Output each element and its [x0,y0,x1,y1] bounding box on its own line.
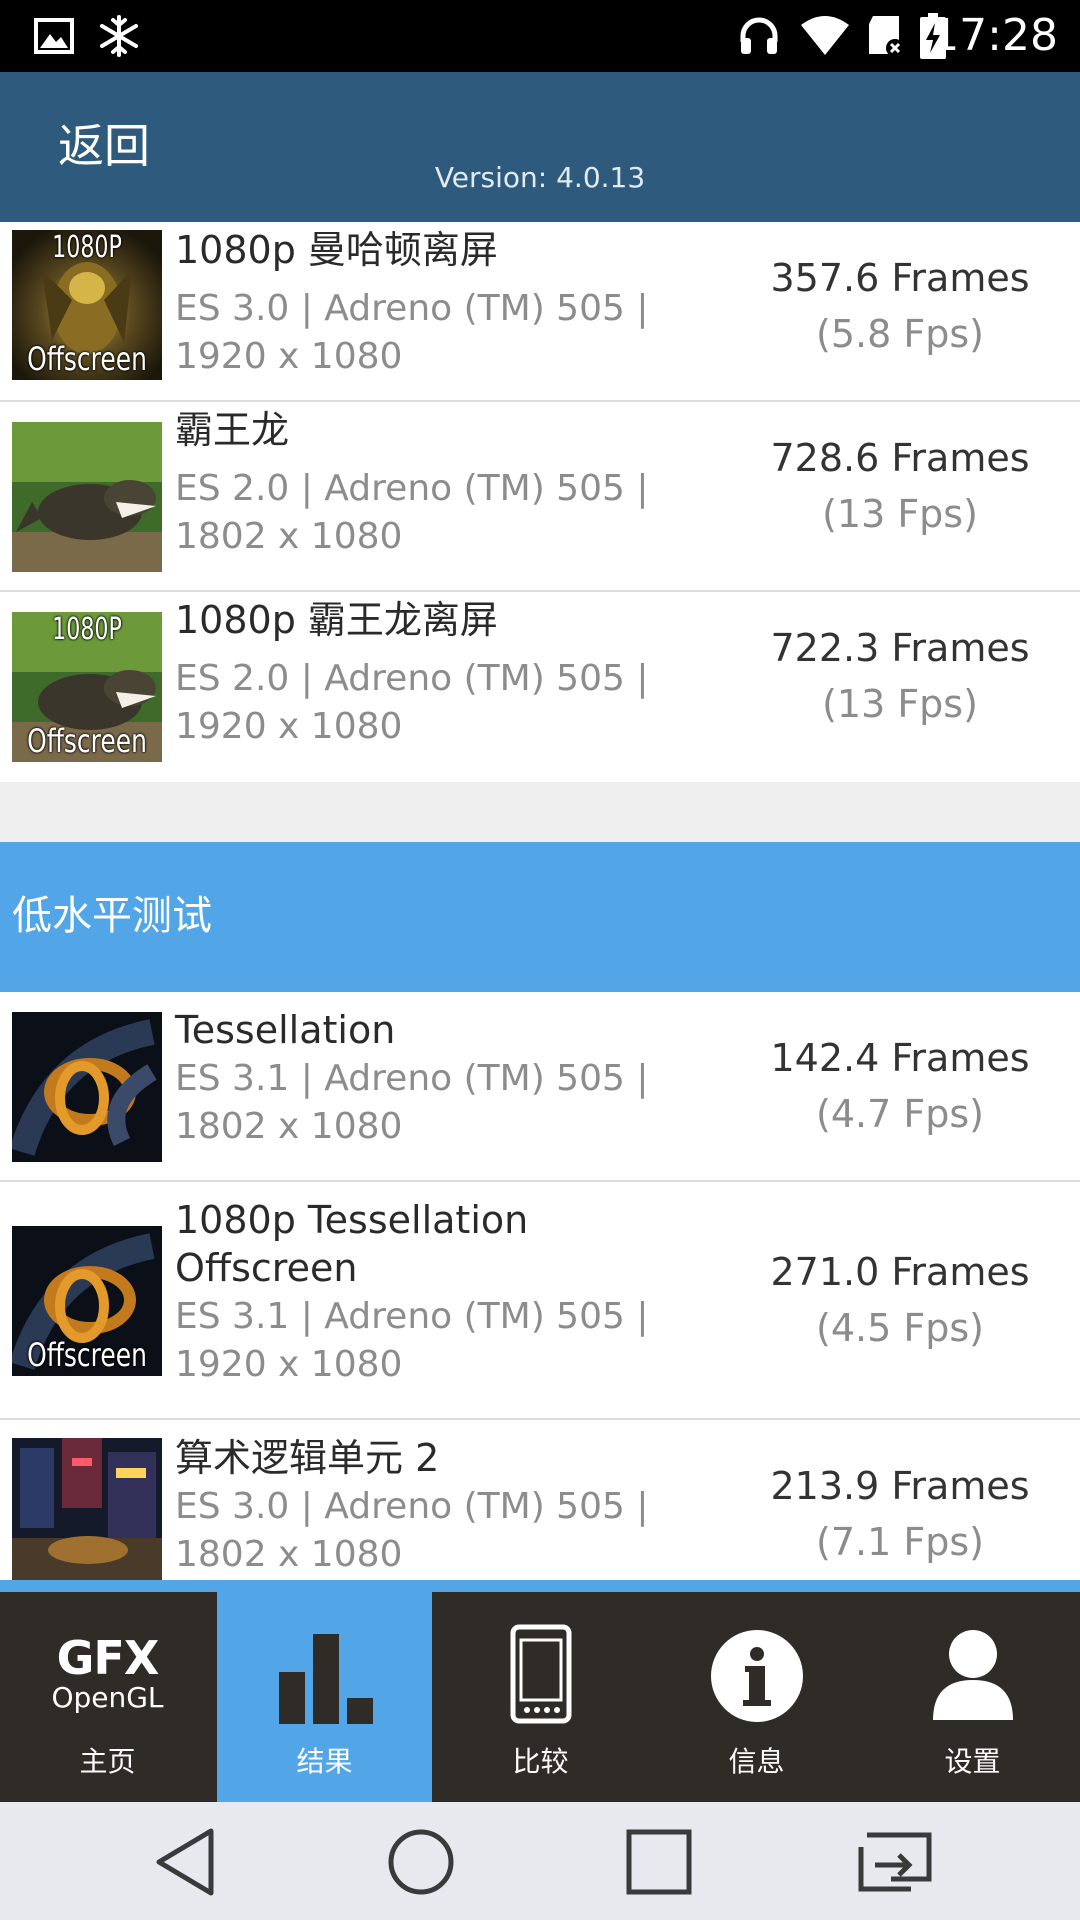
section-title: 低水平测试 [12,893,212,939]
phone-icon [510,1624,572,1728]
tab-results[interactable]: 结果 [217,1592,432,1802]
test-score: 357.6 Frames [770,256,1030,300]
tab-settings[interactable]: 设置 [865,1592,1080,1802]
test-title: 1080p 曼哈顿离屏 [175,228,498,272]
list-item[interactable]: 1080P Offscreen 1080p 曼哈顿离屏 ES 3.0 | Adr… [0,222,1080,402]
test-score: 213.9 Frames [770,1464,1030,1508]
results-list[interactable]: 1080P Offscreen 1080p 曼哈顿离屏 ES 3.0 | Adr… [0,222,1080,1580]
back-nav-icon[interactable] [140,1826,230,1898]
status-bar: 17:28 [0,0,1080,72]
test-score: 722.3 Frames [770,626,1030,670]
test-thumbnail [12,422,162,572]
switch-window-icon[interactable] [850,1826,940,1898]
bar-chart-icon [277,1632,373,1728]
list-item[interactable]: 1080P Offscreen 1080p 霸王龙离屏 ES 2.0 | Adr… [0,592,1080,782]
test-title-line2: Offscreen [175,1246,358,1290]
test-fps: (5.8 Fps) [816,312,984,356]
gfx-opengl-logo-icon: GFX OpenGL [51,1631,164,1714]
test-score: 142.4 Frames [770,1036,1030,1080]
test-fps: (4.7 Fps) [816,1092,984,1136]
test-resolution: 1802 x 1080 [175,516,403,557]
list-item[interactable]: Tessellation ES 3.1 | Adreno (TM) 505 | … [0,992,1080,1182]
test-api-gpu: ES 3.0 | Adreno (TM) 505 | [175,1486,649,1527]
tab-label: 信息 [728,1745,785,1778]
test-thumbnail: 1080P Offscreen [12,230,162,380]
section-header: 低水平测试 [0,842,1080,992]
test-resolution: 1920 x 1080 [175,336,403,377]
list-item[interactable]: 霸王龙 ES 2.0 | Adreno (TM) 505 | 1802 x 10… [0,402,1080,592]
home-nav-icon[interactable] [376,1826,466,1898]
test-thumbnail [12,1438,162,1580]
test-fps: (4.5 Fps) [816,1306,984,1350]
test-api-gpu: ES 3.0 | Adreno (TM) 505 | [175,288,649,329]
test-api-gpu: ES 3.1 | Adreno (TM) 505 | [175,1058,649,1099]
test-thumbnail: 1080P Offscreen [12,612,162,762]
test-resolution: 1802 x 1080 [175,1534,403,1575]
tab-label: 结果 [296,1745,353,1778]
tab-compare[interactable]: 比较 [433,1592,648,1802]
tab-label: 设置 [944,1745,1001,1778]
list-item[interactable]: 算术逻辑单元 2 ES 3.0 | Adreno (TM) 505 | 1802… [0,1420,1080,1580]
bottom-tab-bar: GFX OpenGL 主页 结果 比较 信息 设置 [0,1580,1080,1802]
snowflake-icon [96,14,142,58]
headset-icon [736,14,782,58]
thumbnail-tag-top: 1080P [52,230,122,265]
version-label: Version: 4.0.13 [434,161,646,194]
thumbnail-tag-bottom: Offscreen [27,340,147,378]
test-resolution: 1920 x 1080 [175,706,403,747]
user-icon [931,1628,1015,1724]
test-resolution: 1920 x 1080 [175,1344,403,1385]
sd-card-icon [864,14,908,58]
thumbnail-tag-top: 1080P [52,612,122,647]
tab-home[interactable]: GFX OpenGL 主页 [0,1592,215,1802]
test-title: 1080p 霸王龙离屏 [175,598,498,642]
status-clock: 17:28 [931,10,1058,61]
test-api-gpu: ES 3.1 | Adreno (TM) 505 | [175,1296,649,1337]
tab-label: 比较 [512,1745,569,1778]
section-gap [0,782,1080,842]
test-score: 728.6 Frames [770,436,1030,480]
image-icon [32,14,76,58]
test-thumbnail: Offscreen [12,1226,162,1376]
app-header: 返回 Version: 4.0.13 [0,72,1080,222]
wifi-icon [798,14,852,58]
test-api-gpu: ES 2.0 | Adreno (TM) 505 | [175,468,649,509]
thumbnail-tag-bottom: Offscreen [27,1336,147,1374]
test-thumbnail [12,1012,162,1162]
tab-info[interactable]: 信息 [649,1592,864,1802]
test-title: 霸王龙 [175,408,290,452]
test-api-gpu: ES 2.0 | Adreno (TM) 505 | [175,658,649,699]
test-fps: (13 Fps) [822,682,978,726]
info-icon [709,1628,805,1728]
test-resolution: 1802 x 1080 [175,1106,403,1147]
test-fps: (13 Fps) [822,492,978,536]
test-title: 1080p Tessellation [175,1198,529,1242]
test-score: 271.0 Frames [770,1250,1030,1294]
tabbar-accent-line [0,1580,1080,1592]
system-nav-bar [0,1802,1080,1920]
test-title: 算术逻辑单元 2 [175,1436,440,1480]
test-title: Tessellation [175,1008,396,1052]
thumbnail-tag-bottom: Offscreen [27,722,147,760]
recents-nav-icon[interactable] [614,1826,704,1898]
tab-label: 主页 [79,1745,136,1778]
test-fps: (7.1 Fps) [816,1520,984,1564]
list-item[interactable]: Offscreen 1080p Tessellation Offscreen E… [0,1182,1080,1420]
